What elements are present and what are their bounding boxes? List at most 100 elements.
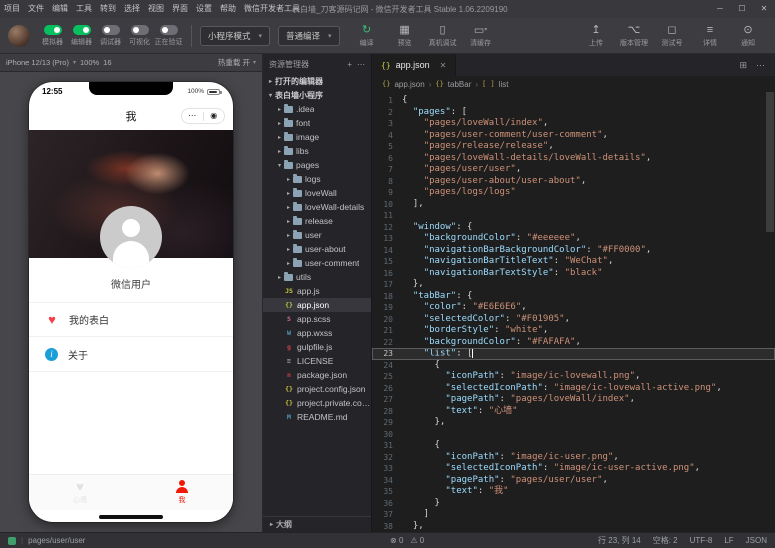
clear-cache-button[interactable]: ▭▾ 清缓存 [463, 24, 499, 48]
menu-item[interactable]: 界面 [168, 0, 192, 18]
menu-item[interactable]: 视图 [144, 0, 168, 18]
mode-select[interactable]: 小程序模式 ▾ [200, 25, 271, 46]
menu-item[interactable]: 帮助 [216, 0, 240, 18]
menu-item[interactable]: 设置 [192, 0, 216, 18]
tree-item-README.md[interactable]: M README.md [263, 410, 371, 424]
add-file-icon[interactable]: + [347, 60, 352, 69]
code-line[interactable]: 2 "pages": [ [372, 107, 775, 119]
menu-item[interactable]: 编辑 [48, 0, 72, 18]
code-line[interactable]: 26 "selectedIconPath": "image/ic-lovewal… [372, 383, 775, 395]
test-account-button[interactable]: ◻ 测试号 [654, 24, 690, 48]
tree-section-open-editors[interactable]: ▸ 打开的编辑器 [263, 74, 371, 88]
code-line[interactable]: 12 "window": { [372, 222, 775, 234]
code-line[interactable]: 7 "pages/user/user", [372, 164, 775, 176]
close-tab-icon[interactable]: ✕ [440, 61, 447, 70]
code-line[interactable]: 1{ [372, 95, 775, 107]
compile-mode-select[interactable]: 普通编译 ▾ [278, 25, 340, 46]
tree-item-project.config.json[interactable]: {} project.config.json [263, 382, 371, 396]
tab-me[interactable]: 我 [131, 475, 233, 510]
menu-item[interactable]: 文件 [24, 0, 48, 18]
tree-item-loveWall[interactable]: ▸ loveWall [263, 186, 371, 200]
miniprogram-capsule[interactable]: ⋯ ◉ [181, 108, 225, 124]
tree-item-app.wxss[interactable]: Wapp.wxss [263, 326, 371, 340]
toggle-debugger[interactable]: 调试器 [96, 24, 125, 47]
code-line[interactable]: 29 }, [372, 417, 775, 429]
tree-item-release[interactable]: ▸ release [263, 214, 371, 228]
menu-item[interactable]: 项目 [0, 0, 24, 18]
tab-app-json[interactable]: {} app.json ✕ [372, 54, 457, 76]
code-line[interactable]: 36 } [372, 498, 775, 510]
version-control-button[interactable]: ⌥ 版本管理 [616, 24, 652, 48]
tree-item-font[interactable]: ▸ font [263, 116, 371, 130]
upload-button[interactable]: ↥ 上传 [578, 24, 614, 48]
code-line[interactable]: 34 "pagePath": "pages/user/user", [372, 475, 775, 487]
code-line[interactable]: 11 [372, 210, 775, 222]
code-line[interactable]: 28 "text": "心墙" [372, 406, 775, 418]
code-line[interactable]: 24 { [372, 360, 775, 372]
code-line[interactable]: 31 { [372, 440, 775, 452]
minimize-button[interactable]: ─ [709, 0, 731, 18]
tree-item-package.json[interactable]: n package.json [263, 368, 371, 382]
close-button[interactable]: ✕ [753, 0, 775, 18]
tree-item-utils[interactable]: ▸ utils [263, 270, 371, 284]
tree-item-gulpfile.js[interactable]: g gulpfile.js [263, 340, 371, 354]
code-line[interactable]: 15 "navigationBarTitleText": "WeChat", [372, 256, 775, 268]
remote-debug-button[interactable]: ▯ 真机调试 [425, 24, 461, 48]
tree-item-.idea[interactable]: ▸ .idea [263, 102, 371, 116]
code-line[interactable]: 18 "tabBar": { [372, 291, 775, 303]
user-avatar[interactable] [8, 24, 30, 47]
tree-item-project.private.config.js…[interactable]: {} project.private.config.js… [263, 396, 371, 410]
zoom-select[interactable]: 100% [80, 58, 99, 67]
capsule-home-icon[interactable]: ◉ [204, 109, 225, 123]
tree-item-LICENSE[interactable]: ≡ LICENSE [263, 354, 371, 368]
code-line[interactable]: 32 "iconPath": "image/ic-user.png", [372, 452, 775, 464]
hot-reload-toggle[interactable]: 热重载 开 [218, 57, 250, 68]
menu-item-my-confession[interactable]: ♥ 我的表白 [29, 302, 233, 337]
tree-item-libs[interactable]: ▸ libs [263, 144, 371, 158]
code-line[interactable]: 14 "navigationBarBackgroundColor": "#FF0… [372, 245, 775, 257]
code-line[interactable]: 30 [372, 429, 775, 441]
font-size-value[interactable]: 16 [103, 58, 111, 67]
code-line[interactable]: 16 "navigationBarTextStyle": "black" [372, 268, 775, 280]
current-page-path[interactable]: pages/user/user [28, 536, 85, 545]
code-line[interactable]: 17 }, [372, 279, 775, 291]
capsule-menu-icon[interactable]: ⋯ [182, 109, 203, 123]
menu-item[interactable]: 转到 [96, 0, 120, 18]
code-line[interactable]: 23 "list": [ [372, 348, 775, 360]
tree-item-loveWall-details[interactable]: ▸ loveWall-details [263, 200, 371, 214]
user-profile-avatar[interactable] [100, 206, 162, 268]
code-line[interactable]: 37 ] [372, 509, 775, 521]
code-line[interactable]: 4 "pages/user-comment/user-comment", [372, 130, 775, 142]
tree-item-image[interactable]: ▸ image [263, 130, 371, 144]
split-editor-icon[interactable]: ⊞ [739, 60, 747, 71]
problems-indicator[interactable]: ⊗ 0 ⚠ 0 [390, 536, 424, 545]
menu-item[interactable]: 选择 [120, 0, 144, 18]
toggle-editor[interactable]: 编辑器 [67, 24, 96, 47]
editor-scrollbar[interactable] [766, 92, 774, 232]
code-line[interactable]: 9 "pages/logs/logs" [372, 187, 775, 199]
device-select[interactable]: iPhone 12/13 (Pro) [6, 58, 69, 67]
code-line[interactable]: 22 "backgroundColor": "#FAFAFA", [372, 337, 775, 349]
code-line[interactable]: 3 "pages/loveWall/index", [372, 118, 775, 130]
code-line[interactable]: 6 "pages/loveWall-details/loveWall-detai… [372, 153, 775, 165]
notifications-button[interactable]: ⊙ 通知 [730, 24, 766, 48]
compile-button[interactable]: ↻ 编译 [349, 24, 385, 48]
code-line[interactable]: 10 ], [372, 199, 775, 211]
code-line[interactable]: 8 "pages/user-about/user-about", [372, 176, 775, 188]
outline-section[interactable]: ▸ 大纲 [263, 516, 371, 532]
code-line[interactable]: 33 "selectedIconPath": "image/ic-user-ac… [372, 463, 775, 475]
status-language-mode[interactable]: JSON [746, 536, 767, 545]
tree-item-app.js[interactable]: JS app.js [263, 284, 371, 298]
code-line[interactable]: 21 "borderStyle": "white", [372, 325, 775, 337]
tree-item-user[interactable]: ▸ user [263, 228, 371, 242]
tree-item-user-about[interactable]: ▸ user-about [263, 242, 371, 256]
preview-button[interactable]: ▦ 预览 [387, 24, 423, 48]
breadcrumb-item[interactable]: list [499, 80, 509, 89]
details-button[interactable]: ≡ 详情 [692, 24, 728, 48]
tree-item-app.scss[interactable]: Sapp.scss [263, 312, 371, 326]
code-line[interactable]: 35 "text": "我" [372, 486, 775, 498]
tree-section-project-root[interactable]: ▾ 表白墙小程序 [263, 88, 371, 102]
tree-item-logs[interactable]: ▸ logs [263, 172, 371, 186]
code-line[interactable]: 20 "selectedColor": "#F01905", [372, 314, 775, 326]
menu-item-about[interactable]: i 关于 [29, 337, 233, 372]
